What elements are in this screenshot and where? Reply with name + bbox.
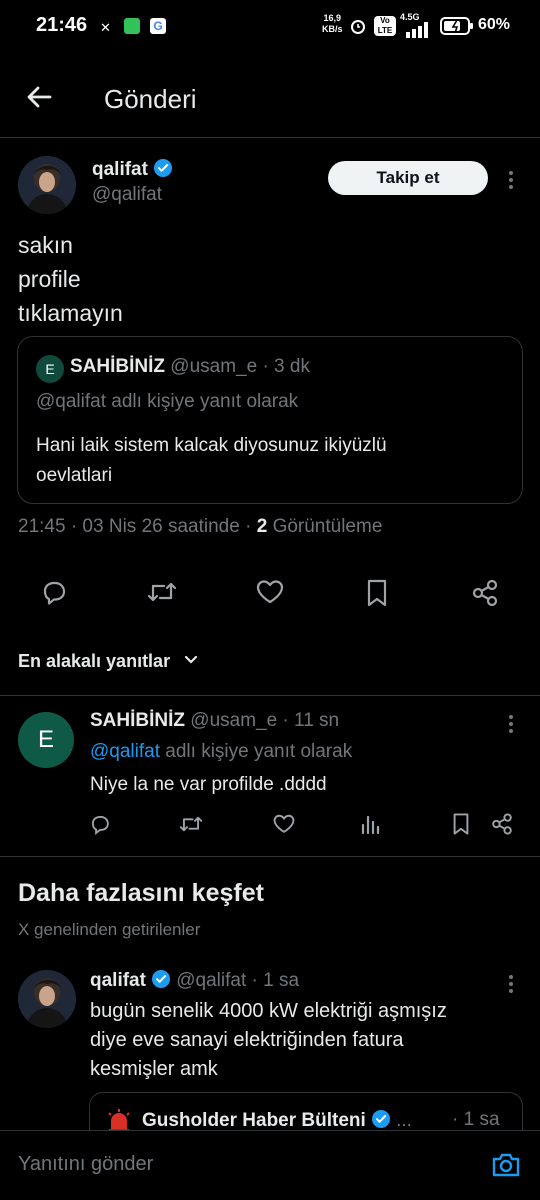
verified-badge-icon — [153, 158, 173, 178]
explore-title: Daha fazlasını keşfet — [18, 879, 264, 907]
back-button[interactable] — [24, 82, 54, 112]
like-button[interactable] — [255, 578, 285, 606]
reply-share-button[interactable] — [490, 812, 514, 836]
reply-bookmark-button[interactable] — [450, 812, 472, 836]
battery-level: 60% — [478, 16, 511, 33]
camera-icon — [492, 1153, 520, 1177]
network-speed: 16,9 KB/s — [322, 13, 343, 34]
reply-header: SAHİBİNİZ @usam_e · 11 sn — [90, 710, 340, 731]
reply-repost-button[interactable] — [178, 813, 204, 835]
views-count: 2 — [256, 516, 268, 537]
quote-avatar: E — [36, 355, 64, 383]
battery-icon — [440, 17, 474, 35]
explore-author-name: qalifat — [90, 970, 146, 991]
header-divider — [0, 137, 540, 138]
post-text: sakın profile tıklamayın — [18, 232, 123, 326]
section-divider — [0, 695, 540, 696]
bookmark-icon — [453, 813, 469, 835]
views-chart-icon — [361, 815, 380, 835]
bookmark-icon — [367, 579, 387, 607]
explore-author-avatar[interactable] — [18, 970, 76, 1028]
quote-text: Hani laik sistem kalcak diyosunuz ikiyüz… — [36, 435, 387, 486]
reply-context: @qalifat adlı kişiye yanıt olarak — [90, 741, 353, 762]
explore-subtitle: X genelinden getirilenler — [18, 920, 201, 939]
follow-button[interactable]: Takip et — [328, 161, 488, 195]
repost-icon — [179, 816, 203, 832]
verified-badge-icon — [371, 1109, 391, 1129]
reply-more-icon[interactable] — [509, 715, 515, 736]
author-name-row[interactable]: qalifat — [92, 158, 173, 181]
share-icon — [472, 579, 498, 607]
status-bar: 21:46 ✕ G 16,9 KB/s Vo LTE 4.5G 60% — [0, 0, 540, 52]
reply-text: Niye la ne var profilde .dddd — [90, 774, 327, 795]
mention-link[interactable]: @qalifat — [90, 741, 160, 762]
reply-avatar[interactable]: E — [18, 712, 74, 768]
explore-quote-time: · 1 sa — [452, 1109, 500, 1130]
reply-like-button[interactable] — [272, 813, 296, 835]
author-name[interactable]: qalifat — [92, 159, 148, 180]
page-title: Gönderi — [104, 84, 197, 114]
repost-icon — [147, 582, 177, 602]
reply-icon — [91, 815, 109, 835]
camera-button[interactable] — [490, 1150, 522, 1180]
explore-quote-name: Gusholder Haber Bülteni — [142, 1110, 366, 1131]
volte-icon: Vo LTE — [374, 16, 396, 36]
x-app-icon: ✕ — [100, 20, 111, 35]
reply-reply-button[interactable] — [89, 813, 111, 835]
google-icon: G — [150, 18, 166, 34]
reply-author-name: SAHİBİNİZ — [90, 710, 185, 731]
status-time: 21:46 — [36, 14, 88, 36]
section-divider — [0, 856, 540, 857]
share-icon — [492, 813, 512, 835]
heart-icon — [256, 580, 284, 604]
author-avatar[interactable] — [18, 156, 76, 214]
replies-sort-dropdown[interactable]: En alakalı yanıtlar — [18, 651, 199, 672]
chevron-down-icon — [184, 655, 198, 664]
quoted-post[interactable]: E SAHİBİNİZ @usam_e · 3 dk @qalifat adlı… — [17, 336, 523, 504]
signal-icon: 4.5G — [400, 12, 434, 38]
author-handle[interactable]: @qalifat — [92, 184, 162, 206]
explore-more-icon[interactable] — [509, 975, 515, 996]
explore-post-header: qalifat @qalifat · 1 sa — [90, 969, 300, 991]
reply-views-button[interactable] — [360, 813, 382, 835]
bookmark-button[interactable] — [364, 578, 390, 608]
more-options-icon[interactable] — [509, 171, 515, 192]
share-button[interactable] — [470, 578, 500, 608]
reply-input[interactable]: Yanıtını gönder — [18, 1153, 153, 1176]
reply-button[interactable] — [40, 578, 68, 606]
explore-post-text: bugün senelik 4000 kW elektriği aşmışız … — [90, 1000, 447, 1080]
post-meta: 21:45 · 03 Nis 26 saatinde · 2 Görüntüle… — [18, 516, 383, 537]
alarm-icon — [348, 16, 368, 36]
reply-composer-bar: Yanıtını gönder — [0, 1130, 540, 1200]
arrow-left-icon — [27, 86, 52, 108]
battery-saver-icon — [124, 18, 140, 34]
repost-button[interactable] — [146, 578, 178, 606]
verified-badge-icon — [151, 969, 171, 989]
heart-icon — [273, 814, 295, 833]
quote-reply-context: @qalifat adlı kişiye yanıt olarak — [36, 391, 299, 412]
reply-icon — [43, 581, 66, 605]
quote-header: SAHİBİNİZ @usam_e · 3 dk — [70, 356, 310, 377]
